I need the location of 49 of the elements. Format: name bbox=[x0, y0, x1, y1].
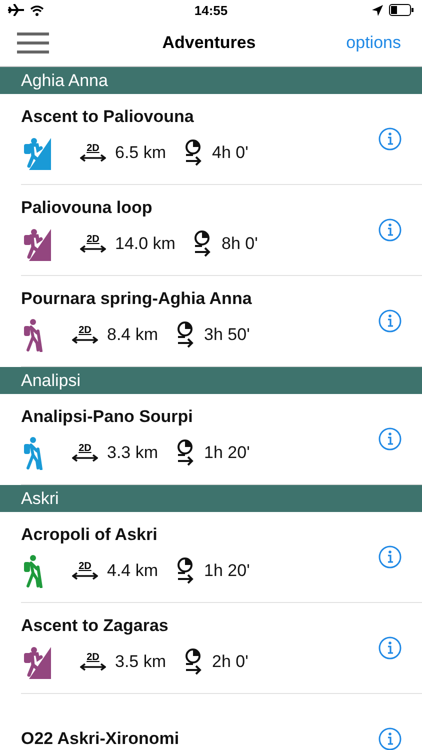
double-arrow-icon bbox=[72, 454, 98, 462]
menu-icon[interactable] bbox=[17, 32, 49, 54]
double-arrow-icon bbox=[80, 154, 106, 162]
double-arrow-icon bbox=[72, 572, 98, 580]
double-arrow-icon bbox=[72, 336, 98, 344]
double-arrow-icon bbox=[80, 245, 106, 253]
info-icon[interactable] bbox=[378, 545, 402, 569]
info-icon[interactable] bbox=[378, 427, 402, 451]
distance-2d-label: 2D bbox=[86, 235, 100, 245]
route-name: Pournara spring-Aghia Anna bbox=[21, 289, 253, 309]
status-time: 14:55 bbox=[194, 2, 228, 18]
location-arrow-icon bbox=[372, 4, 383, 16]
distance-value: 3.5 km bbox=[115, 652, 166, 672]
duration-value: 8h 0' bbox=[221, 234, 258, 254]
duration-value: 2h 0' bbox=[212, 652, 248, 672]
wifi-icon bbox=[30, 4, 44, 16]
route-name: O22 Askri-Xironomi bbox=[21, 729, 180, 749]
section-header: Aghia Anna bbox=[0, 67, 422, 94]
section-header: Analipsi bbox=[0, 367, 422, 394]
distance-2d-label: 2D bbox=[86, 144, 100, 154]
route-name: Ascent to Zagaras bbox=[21, 616, 170, 636]
battery-icon bbox=[389, 4, 414, 16]
double-arrow-icon bbox=[80, 663, 106, 671]
duration-value: 4h 0' bbox=[212, 143, 248, 163]
route-name: Ascent to Paliovouna bbox=[21, 107, 195, 127]
options-link[interactable]: options bbox=[341, 33, 401, 53]
distance-value: 14.0 km bbox=[115, 234, 176, 254]
route-name: Acropoli of Askri bbox=[21, 525, 158, 545]
route-name: Paliovouna loop bbox=[21, 198, 154, 218]
distance-2d-label: 2D bbox=[78, 444, 92, 454]
distance-value: 4.4 km bbox=[107, 561, 158, 581]
distance-value: 3.3 km bbox=[107, 443, 158, 463]
distance-2d-label: 2D bbox=[78, 562, 92, 572]
distance-value: 6.5 km bbox=[115, 143, 166, 163]
info-icon[interactable] bbox=[378, 309, 402, 333]
route-name: Analipsi-Pano Sourpi bbox=[21, 407, 194, 427]
info-icon[interactable] bbox=[378, 127, 402, 151]
distance-2d-label: 2D bbox=[78, 326, 92, 336]
info-icon[interactable] bbox=[378, 218, 402, 242]
distance-2d-label: 2D bbox=[86, 653, 100, 663]
duration-value: 1h 20' bbox=[204, 443, 250, 463]
airplane-icon bbox=[8, 4, 24, 16]
distance-value: 8.4 km bbox=[107, 325, 158, 345]
info-icon[interactable] bbox=[378, 727, 402, 750]
screen-title: Adventures bbox=[162, 33, 256, 53]
duration-value: 1h 20' bbox=[204, 561, 250, 581]
info-icon[interactable] bbox=[378, 636, 402, 660]
section-header: Askri bbox=[0, 485, 422, 512]
duration-value: 3h 50' bbox=[204, 325, 250, 345]
